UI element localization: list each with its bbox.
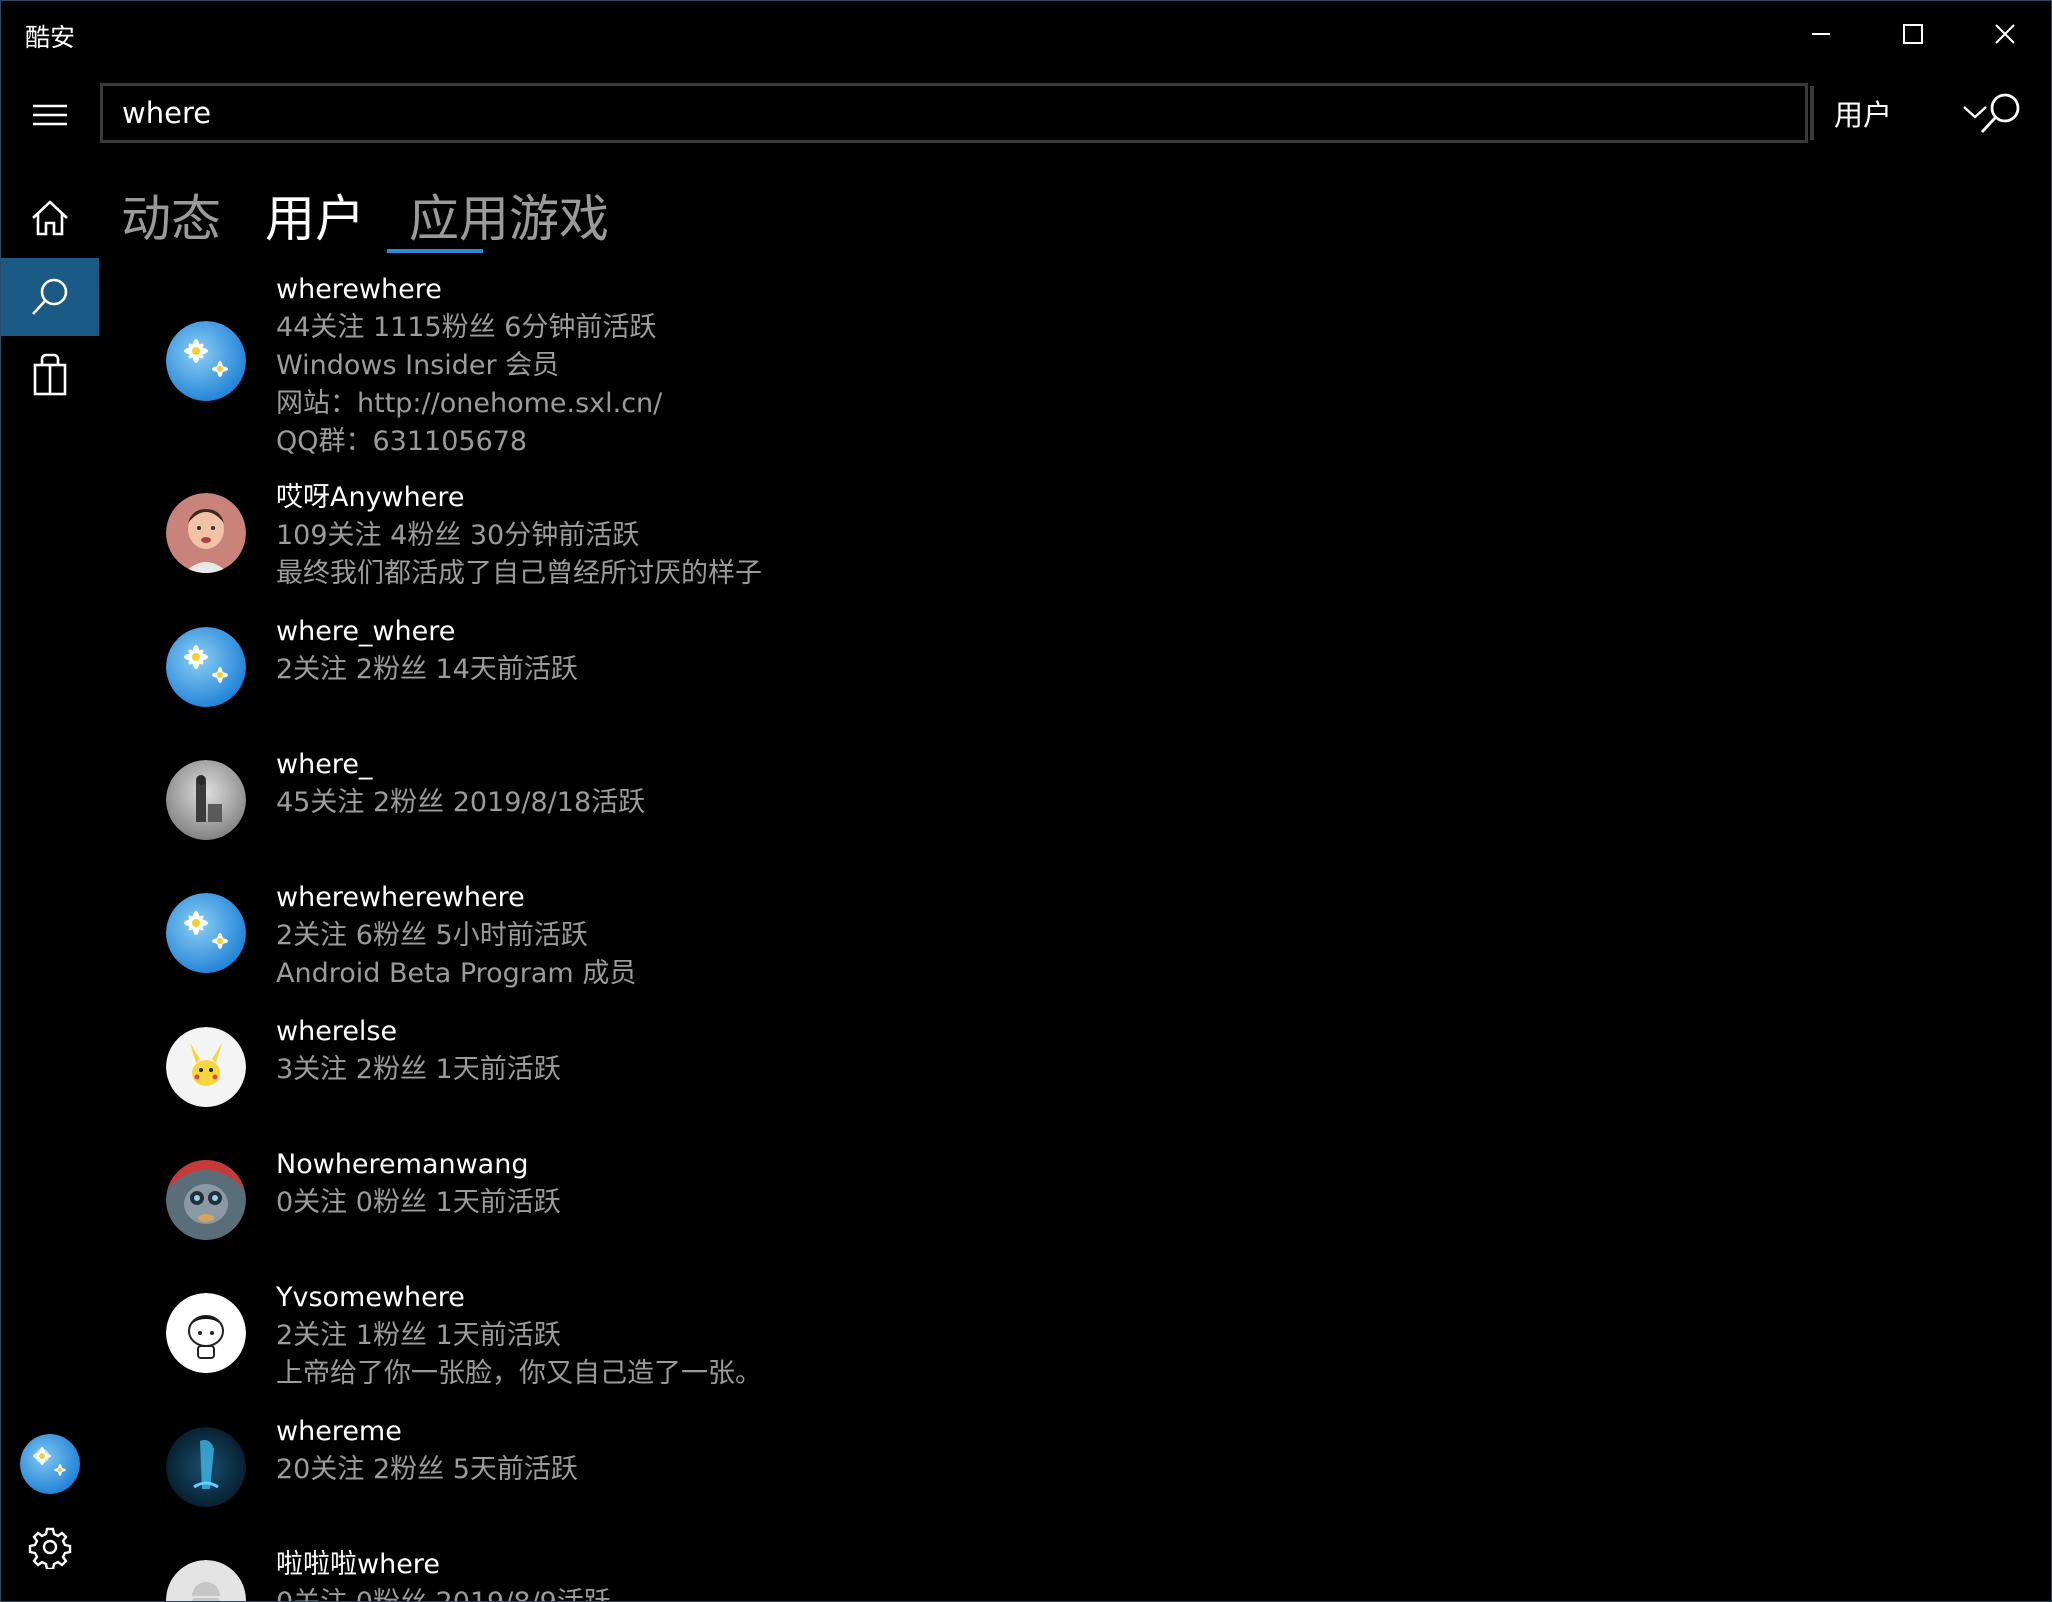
- user-result-list: wherewhere 44关注 1115粉丝 6分钟前活跃 Windows In…: [1, 1, 2051, 1601]
- list-item[interactable]: 啦啦啦where 0关注 0粉丝 2019/8/9活跃: [161, 1546, 1061, 1601]
- avatar: [166, 893, 246, 973]
- avatar: [166, 1027, 246, 1107]
- list-item[interactable]: wherewherewhere 2关注 6粉丝 5小时前活跃 Android B…: [161, 879, 1061, 999]
- list-item[interactable]: 哎呀Anywhere 109关注 4粉丝 30分钟前活跃 最终我们都活成了自己曾…: [161, 479, 1061, 599]
- avatar: [166, 760, 246, 840]
- user-name: where_: [276, 749, 373, 780]
- user-name: Nowheremanwang: [276, 1149, 529, 1180]
- user-stats: 45关注 2粉丝 2019/8/18活跃: [276, 787, 646, 818]
- list-item[interactable]: wherelse 3关注 2粉丝 1天前活跃: [161, 1013, 1061, 1113]
- user-bio-line: 最终我们都活成了自己曾经所讨厌的样子: [276, 558, 762, 589]
- user-name: wherewhere: [276, 274, 442, 305]
- user-name: 哎呀Anywhere: [276, 482, 465, 513]
- avatar: [166, 493, 246, 573]
- user-name: 啦啦啦where: [276, 1549, 440, 1580]
- user-name: where_where: [276, 616, 456, 647]
- avatar: [166, 627, 246, 707]
- user-name: wherelse: [276, 1016, 398, 1047]
- avatar: [166, 1427, 246, 1507]
- avatar: [166, 1293, 246, 1373]
- user-stats: 44关注 1115粉丝 6分钟前活跃: [276, 312, 657, 343]
- avatar: [166, 321, 246, 401]
- user-name: wherewherewhere: [276, 882, 525, 913]
- list-item[interactable]: Yvsomewhere 2关注 1粉丝 1天前活跃 上帝给了你一张脸，你又自己造…: [161, 1279, 1061, 1399]
- avatar: [166, 1560, 246, 1601]
- user-name: whereme: [276, 1416, 402, 1447]
- list-item[interactable]: Nowheremanwang 0关注 0粉丝 1天前活跃: [161, 1146, 1061, 1246]
- list-item[interactable]: wherewhere 44关注 1115粉丝 6分钟前活跃 Windows In…: [161, 271, 1061, 461]
- user-name: Yvsomewhere: [276, 1282, 465, 1313]
- user-bio-line: 上帝给了你一张脸，你又自己造了一张。: [276, 1358, 762, 1389]
- user-stats: 3关注 2粉丝 1天前活跃: [276, 1054, 561, 1085]
- user-stats: 0关注 0粉丝 1天前活跃: [276, 1187, 561, 1218]
- user-stats: 2关注 6粉丝 5小时前活跃: [276, 920, 588, 951]
- user-bio-line: Android Beta Program 成员: [276, 958, 637, 989]
- user-stats: 20关注 2粉丝 5天前活跃: [276, 1454, 578, 1485]
- list-item[interactable]: where_where 2关注 2粉丝 14天前活跃: [161, 613, 1061, 713]
- user-stats: 109关注 4粉丝 30分钟前活跃: [276, 520, 640, 551]
- user-stats: 2关注 2粉丝 14天前活跃: [276, 654, 578, 685]
- list-item[interactable]: where_ 45关注 2粉丝 2019/8/18活跃: [161, 746, 1061, 846]
- user-stats: 0关注 0粉丝 2019/8/9活跃: [276, 1584, 1076, 1601]
- user-bio-line: 网站：http://onehome.sxl.cn/: [276, 388, 663, 419]
- user-bio-line: QQ群：631105678: [276, 426, 528, 457]
- avatar: [166, 1160, 246, 1240]
- list-item[interactable]: whereme 20关注 2粉丝 5天前活跃: [161, 1413, 1061, 1513]
- app-window: 酷安 用户: [0, 0, 2052, 1602]
- user-bio-line: Windows Insider 会员: [276, 350, 560, 381]
- user-stats: 2关注 1粉丝 1天前活跃: [276, 1320, 561, 1351]
